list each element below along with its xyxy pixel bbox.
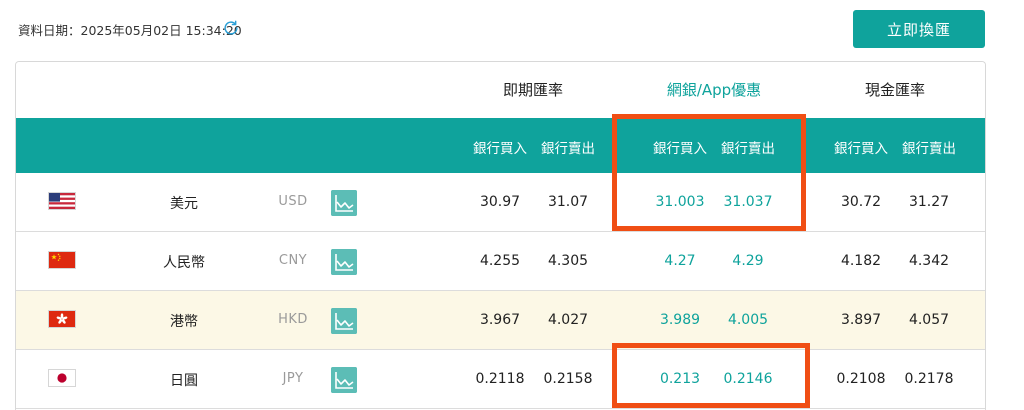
table-row: 港幣 HKD 3.967 4.027 3.989 4.005 3.897 4.0… xyxy=(16,291,985,350)
currency-code: CNY xyxy=(278,253,308,268)
exchange-now-button[interactable]: 立即換匯 xyxy=(853,10,985,48)
spot-buy-value: 0.2118 xyxy=(475,371,525,387)
currency-code: JPY xyxy=(282,371,304,386)
cash-sell-value: 4.342 xyxy=(908,253,950,269)
online-sell-value: 0.2146 xyxy=(723,371,773,387)
table-row: 日圓 JPY 0.2118 0.2158 0.213 0.2146 0.2108… xyxy=(16,350,985,409)
online-buy-value: 4.27 xyxy=(664,253,696,269)
spot-sell-value: 31.07 xyxy=(547,194,589,210)
cash-buy-value: 0.2108 xyxy=(836,371,886,387)
currency-name: 日圓 xyxy=(170,373,198,389)
cash-sell-header: 銀行賣出 xyxy=(902,141,956,157)
cash-sell-value: 31.27 xyxy=(908,194,950,210)
column-header-row: 銀行買入 銀行賣出 銀行買入 銀行賣出 銀行買入 銀行賣出 xyxy=(16,118,985,173)
currency-name: 美元 xyxy=(170,196,198,212)
spot-sell-header: 銀行賣出 xyxy=(541,141,595,157)
online-sell-value: 31.037 xyxy=(723,194,773,210)
online-sell-header: 銀行賣出 xyxy=(721,141,775,157)
us-flag-icon xyxy=(49,193,75,209)
currency-code: HKD xyxy=(278,312,308,327)
cash-sell-value: 0.2178 xyxy=(904,371,954,387)
spot-rate-title: 即期匯率 xyxy=(502,81,563,99)
group-header-row: 即期匯率 網銀/App優惠 現金匯率 xyxy=(16,62,985,118)
exchange-rate-table: 即期匯率 網銀/App優惠 現金匯率 銀行買入 銀行賣出 銀行買入 銀行賣出 銀… xyxy=(15,61,986,410)
cash-buy-header: 銀行買入 xyxy=(834,141,888,157)
online-buy-value: 0.213 xyxy=(659,371,701,387)
online-sell-value: 4.005 xyxy=(727,312,769,328)
trend-chart-icon[interactable] xyxy=(331,249,357,275)
online-sell-value: 4.29 xyxy=(732,253,764,269)
hk-flag-icon xyxy=(49,311,75,327)
spot-sell-value: 0.2158 xyxy=(543,371,593,387)
cash-buy-value: 30.72 xyxy=(840,194,882,210)
spot-buy-header: 銀行買入 xyxy=(473,141,527,157)
trend-chart-icon[interactable] xyxy=(331,308,357,334)
table-row: 人民幣 CNY 4.255 4.305 4.27 4.29 4.182 4.34… xyxy=(16,232,985,291)
cash-sell-value: 4.057 xyxy=(908,312,950,328)
trend-chart-icon[interactable] xyxy=(331,190,357,216)
cash-buy-value: 4.182 xyxy=(840,253,882,269)
currency-name: 港幣 xyxy=(170,314,198,330)
cash-rate-title: 現金匯率 xyxy=(864,81,925,99)
currency-name: 人民幣 xyxy=(163,255,205,271)
online-buy-value: 31.003 xyxy=(655,194,705,210)
spot-buy-value: 30.97 xyxy=(479,194,521,210)
online-rate-title: 網銀/App優惠 xyxy=(666,81,762,99)
jp-flag-icon xyxy=(49,370,75,386)
table-row: 美元 USD 30.97 31.07 31.003 31.037 30.72 3… xyxy=(16,173,985,232)
spot-sell-value: 4.027 xyxy=(547,312,589,328)
spot-buy-value: 3.967 xyxy=(479,312,521,328)
spot-buy-value: 4.255 xyxy=(479,253,521,269)
online-buy-value: 3.989 xyxy=(659,312,701,328)
trend-chart-icon[interactable] xyxy=(331,367,357,393)
spot-sell-value: 4.305 xyxy=(547,253,589,269)
currency-code: USD xyxy=(278,194,308,209)
online-buy-header: 銀行買入 xyxy=(653,141,707,157)
refresh-icon[interactable] xyxy=(222,19,240,37)
data-timestamp: 資料日期：2025年05月02日 15:34:20 xyxy=(18,23,242,38)
cn-flag-icon xyxy=(49,252,75,268)
top-bar: 資料日期：2025年05月02日 15:34:20 立即換匯 xyxy=(0,0,1024,60)
cash-buy-value: 3.897 xyxy=(840,312,882,328)
